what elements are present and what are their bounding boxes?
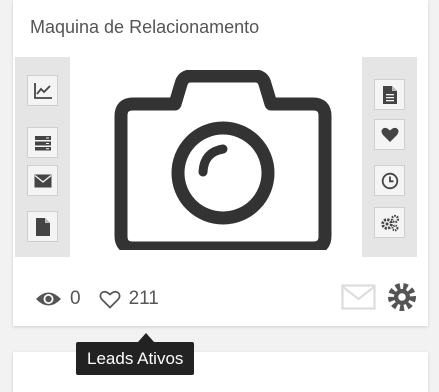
camera-icon [114, 70, 332, 250]
server-list-icon [34, 135, 51, 150]
eye-icon [36, 292, 61, 306]
history-button[interactable] [374, 165, 405, 196]
right-action-rail [362, 57, 417, 257]
cogs-icon [380, 214, 399, 231]
left-action-rail [15, 57, 70, 257]
email-button[interactable] [27, 165, 58, 196]
views-count: 0 [70, 288, 81, 309]
card-title: Maquina de Relacionamento [30, 17, 260, 37]
tooltip-arrow [138, 333, 154, 342]
tooltip: Leads Ativos [76, 342, 195, 375]
list-button[interactable] [27, 127, 58, 158]
envelope-outline-icon[interactable] [341, 284, 376, 310]
favorite-button[interactable] [374, 119, 405, 150]
file-icon [35, 217, 50, 236]
heart-outline-icon [99, 290, 121, 309]
clock-icon [381, 172, 398, 189]
envelope-icon [34, 174, 51, 187]
file-text-icon [382, 85, 397, 104]
heart-icon [381, 127, 398, 142]
document-button[interactable] [374, 79, 405, 110]
card-footer-actions [341, 281, 418, 313]
settings-button[interactable] [374, 207, 405, 238]
file-button[interactable] [27, 211, 58, 242]
card-stats: 0 211 [35, 287, 159, 311]
line-chart-icon [33, 82, 52, 99]
likes-count: 211 [128, 288, 159, 309]
project-card: Maquina de Relacionamento 0 211 [13, 0, 428, 326]
gear-icon[interactable] [386, 281, 418, 313]
chart-button[interactable] [27, 75, 58, 106]
likes-stat: 211 [99, 288, 159, 310]
views-stat: 0 [35, 288, 81, 310]
